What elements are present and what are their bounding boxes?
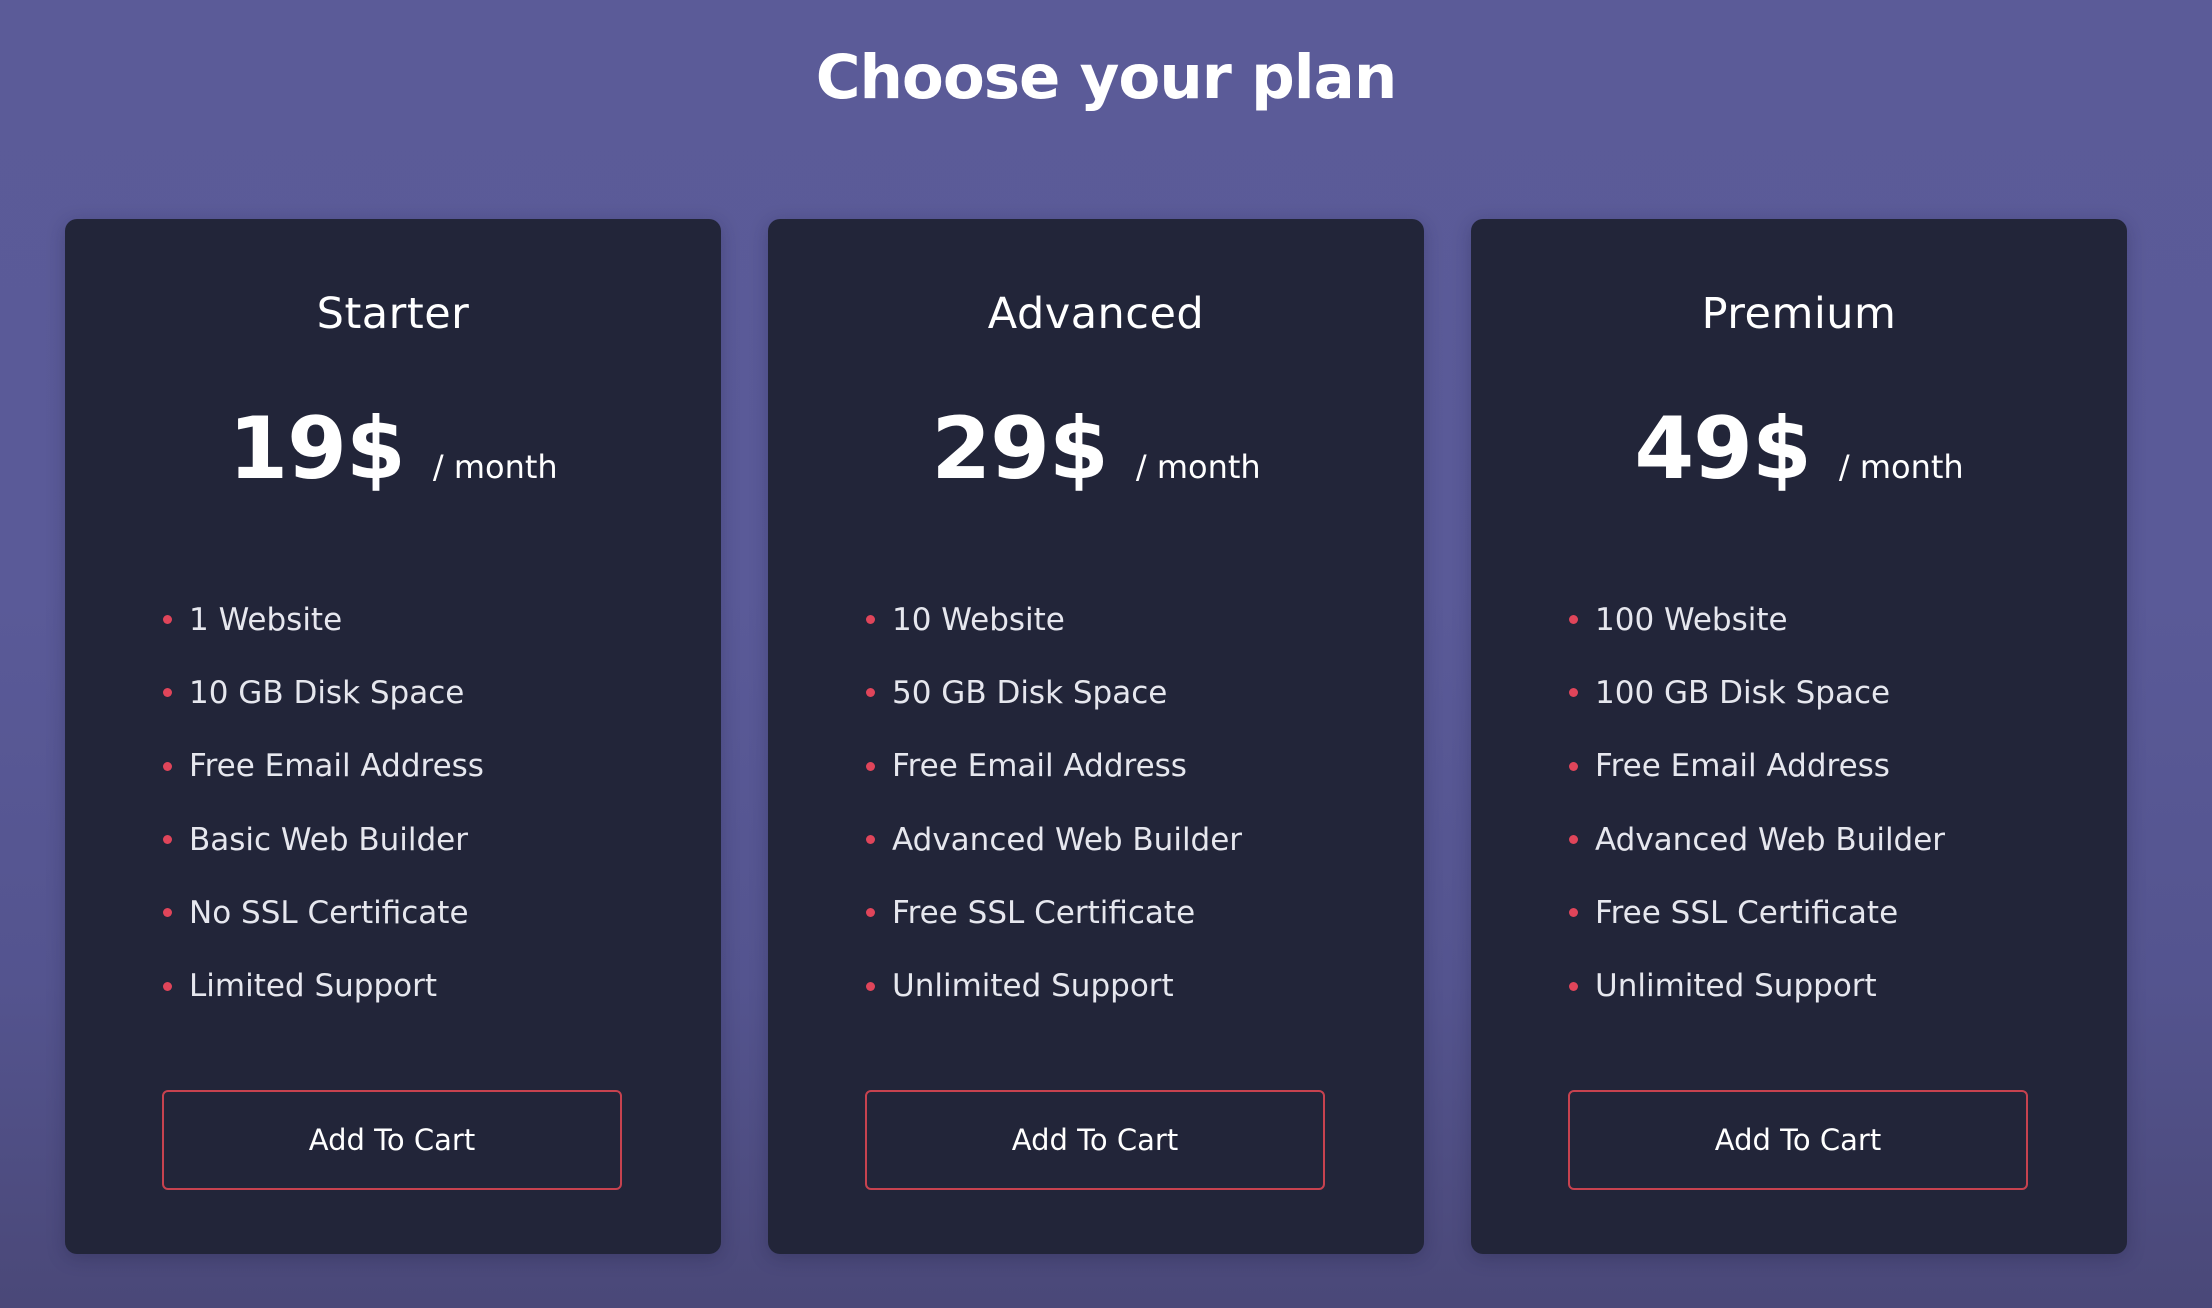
feature-list: 1 Website 10 GB Disk Space Free Email Ad…: [163, 583, 484, 1023]
feature-label: Free SSL Certificate: [892, 894, 1196, 931]
price-period: / month: [1135, 448, 1261, 486]
bullet-icon: [866, 615, 875, 625]
feature-label: Unlimited Support: [892, 968, 1174, 1005]
feature-label: Free Email Address: [189, 748, 484, 785]
price-row: 49$ / month: [1471, 399, 2127, 499]
bullet-icon: [866, 835, 875, 845]
feature-item: Advanced Web Builder: [1569, 803, 1945, 876]
price-amount: 49$: [1634, 399, 1812, 499]
feature-item: Free SSL Certificate: [1569, 876, 1945, 949]
feature-label: 10 Website: [892, 601, 1065, 638]
bullet-icon: [1569, 908, 1578, 918]
feature-item: Free SSL Certificate: [866, 876, 1242, 949]
page-title: Choose your plan: [815, 42, 1398, 113]
bullet-icon: [163, 688, 172, 698]
bullet-icon: [163, 761, 172, 771]
feature-item: Limited Support: [163, 949, 484, 1022]
feature-item: 10 GB Disk Space: [163, 656, 484, 729]
feature-label: Free Email Address: [1595, 748, 1890, 785]
plan-name: Starter: [316, 289, 470, 339]
feature-item: Free Email Address: [866, 730, 1242, 803]
feature-item: 10 Website: [866, 583, 1242, 656]
bullet-icon: [1569, 761, 1578, 771]
feature-label: Basic Web Builder: [189, 821, 468, 858]
price-row: 19$ / month: [65, 399, 721, 499]
bullet-icon: [866, 688, 875, 698]
bullet-icon: [1569, 688, 1578, 698]
feature-item: No SSL Certificate: [163, 876, 484, 949]
feature-item: 1 Website: [163, 583, 484, 656]
add-to-cart-button[interactable]: Add To Cart: [865, 1090, 1325, 1190]
plan-card-advanced: Advanced 29$ / month 10 Website 50 GB Di…: [768, 219, 1424, 1254]
bullet-icon: [1569, 981, 1578, 991]
feature-list: 10 Website 50 GB Disk Space Free Email A…: [866, 583, 1242, 1023]
price-period: / month: [432, 448, 558, 486]
feature-label: Advanced Web Builder: [892, 821, 1243, 858]
price-period: / month: [1838, 448, 1964, 486]
add-to-cart-button[interactable]: Add To Cart: [162, 1090, 622, 1190]
bullet-icon: [1569, 615, 1578, 625]
plan-name: Advanced: [987, 289, 1205, 339]
feature-label: 10 GB Disk Space: [189, 674, 465, 711]
feature-label: 50 GB Disk Space: [892, 674, 1168, 711]
feature-item: Advanced Web Builder: [866, 803, 1242, 876]
price-amount: 19$: [228, 399, 406, 499]
plan-card-starter: Starter 19$ / month 1 Website 10 GB Disk…: [65, 219, 721, 1254]
feature-item: Unlimited Support: [1569, 949, 1945, 1022]
feature-label: 100 Website: [1595, 601, 1788, 638]
bullet-icon: [866, 908, 875, 918]
bullet-icon: [866, 981, 875, 991]
bullet-icon: [163, 908, 172, 918]
price-amount: 29$: [931, 399, 1109, 499]
add-to-cart-button[interactable]: Add To Cart: [1568, 1090, 2028, 1190]
bullet-icon: [1569, 835, 1578, 845]
feature-item: 50 GB Disk Space: [866, 656, 1242, 729]
feature-item: 100 Website: [1569, 583, 1945, 656]
plan-name: Premium: [1701, 289, 1897, 339]
price-row: 29$ / month: [768, 399, 1424, 499]
bullet-icon: [163, 615, 172, 625]
feature-label: Free SSL Certificate: [1595, 894, 1899, 931]
feature-label: Advanced Web Builder: [1595, 821, 1946, 858]
feature-item: Unlimited Support: [866, 949, 1242, 1022]
feature-item: Basic Web Builder: [163, 803, 484, 876]
feature-label: Limited Support: [189, 968, 437, 1005]
feature-label: Free Email Address: [892, 748, 1187, 785]
bullet-icon: [163, 981, 172, 991]
feature-item: Free Email Address: [163, 730, 484, 803]
plan-card-premium: Premium 49$ / month 100 Website 100 GB D…: [1471, 219, 2127, 1254]
bullet-icon: [866, 761, 875, 771]
feature-item: 100 GB Disk Space: [1569, 656, 1945, 729]
feature-label: No SSL Certificate: [189, 894, 469, 931]
feature-label: Unlimited Support: [1595, 968, 1877, 1005]
feature-list: 100 Website 100 GB Disk Space Free Email…: [1569, 583, 1945, 1023]
bullet-icon: [163, 835, 172, 845]
feature-label: 100 GB Disk Space: [1595, 674, 1891, 711]
feature-item: Free Email Address: [1569, 730, 1945, 803]
feature-label: 1 Website: [189, 601, 343, 638]
